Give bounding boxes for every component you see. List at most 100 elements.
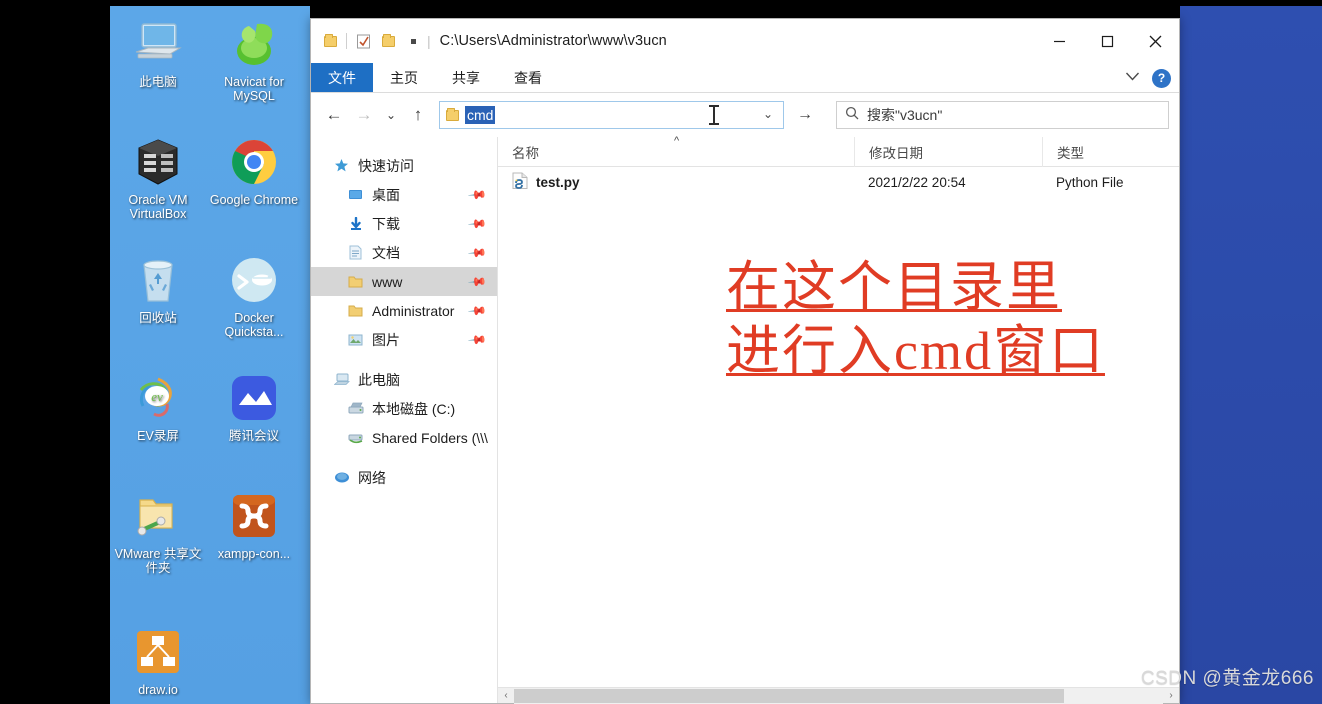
address-input[interactable]: cmd ⌄: [439, 101, 784, 129]
tab-share[interactable]: 共享: [435, 63, 497, 92]
qat-dropdown-icon[interactable]: [404, 32, 422, 50]
virtualbox-icon: [132, 136, 184, 188]
new-folder-icon[interactable]: [379, 32, 397, 50]
window-controls: [1035, 19, 1179, 63]
horizontal-scrollbar[interactable]: ‹ ›: [498, 687, 1179, 704]
scrollbar-thumb[interactable]: [514, 688, 1064, 703]
document-icon: [347, 245, 364, 261]
nav-item-label: Shared Folders (\\\: [372, 429, 488, 446]
desktop-icon-chrome[interactable]: Google Chrome: [206, 136, 302, 207]
properties-icon[interactable]: [354, 32, 372, 50]
ribbon-tabs: 文件 主页 共享 查看 ?: [311, 63, 1179, 93]
column-headers: ^ 名称 修改日期 类型: [498, 135, 1179, 167]
python-file-icon: [512, 172, 528, 192]
forward-button[interactable]: →: [351, 102, 377, 128]
nav-item-www[interactable]: www 📌: [311, 267, 497, 296]
go-button[interactable]: →: [792, 102, 818, 128]
scroll-right-button[interactable]: ›: [1163, 690, 1179, 701]
annotation-text: 在这个目录里 进行入cmd窗口: [726, 255, 1105, 383]
nav-item-network[interactable]: 网络: [311, 463, 497, 492]
recent-locations-button[interactable]: ⌄: [381, 102, 401, 128]
desktop-icon-label: Google Chrome: [209, 193, 299, 207]
search-icon: [845, 106, 859, 125]
nav-item-desktop[interactable]: 桌面 📌: [311, 180, 497, 209]
nav-item-shared-folders[interactable]: Shared Folders (\\\: [311, 423, 497, 452]
close-button[interactable]: [1131, 19, 1179, 63]
scroll-left-button[interactable]: ‹: [498, 690, 514, 701]
network-icon: [333, 470, 350, 486]
desktop-icon-tencent-meeting[interactable]: 腾讯会议: [206, 372, 302, 443]
pin-icon[interactable]: 📌: [467, 184, 487, 204]
nav-item-documents[interactable]: 文档 📌: [311, 238, 497, 267]
search-placeholder: 搜索"v3ucn": [867, 107, 943, 123]
ev-recorder-icon: ev: [132, 372, 184, 424]
pin-icon[interactable]: 📌: [467, 213, 487, 233]
folder-icon: [347, 274, 364, 290]
annotation-line-2: 进行入cmd窗口: [726, 321, 1105, 381]
chrome-icon: [228, 136, 280, 188]
desktop-icon-label: 此电脑: [139, 75, 177, 89]
up-button[interactable]: ↑: [405, 102, 431, 128]
search-input[interactable]: 搜索"v3ucn": [836, 101, 1169, 129]
help-icon[interactable]: ?: [1152, 68, 1171, 88]
column-header-type[interactable]: 类型: [1042, 136, 1179, 167]
pin-icon[interactable]: 📌: [467, 271, 487, 291]
desktop-icon-label: VMware 共享文件夹: [114, 547, 202, 575]
desktop-icon-label: 腾讯会议: [228, 429, 279, 443]
file-type-cell: Python File: [1056, 174, 1124, 190]
table-row[interactable]: test.py 2021/2/22 20:54 Python File: [498, 167, 1179, 197]
nav-item-label: 此电脑: [358, 371, 400, 388]
nav-item-local-disk-c[interactable]: 本地磁盘 (C:): [311, 394, 497, 423]
desktop-icon-docker[interactable]: Docker Quicksta...: [206, 254, 302, 339]
network-drive-icon: [347, 430, 364, 446]
window-title-path: C:\Users\Administrator\www\v3ucn: [439, 33, 667, 49]
maximize-button[interactable]: [1083, 19, 1131, 63]
nav-item-label: 图片: [372, 331, 400, 348]
desktop-icon-ev-recorder[interactable]: ev EV录屏: [110, 372, 206, 443]
tab-view[interactable]: 查看: [497, 63, 559, 92]
nav-gap: [311, 452, 497, 463]
nav-item-pictures[interactable]: 图片 📌: [311, 325, 497, 354]
text-cursor-icon: [709, 105, 719, 125]
nav-item-downloads[interactable]: 下载 📌: [311, 209, 497, 238]
desktop-icon-drawio[interactable]: draw.io: [110, 626, 206, 697]
folder-icon[interactable]: [321, 32, 339, 50]
desktop-icon-xampp[interactable]: xampp-con...: [206, 490, 302, 561]
file-name-cell: test.py: [498, 172, 854, 192]
desktop-icon-label: 回收站: [139, 311, 177, 325]
minimize-button[interactable]: [1035, 19, 1083, 63]
desktop-background-left: [110, 6, 310, 704]
file-name-label: test.py: [536, 174, 580, 190]
nav-item-quick-access[interactable]: 快速访问: [311, 151, 497, 180]
desktop-icon-virtualbox[interactable]: Oracle VM VirtualBox: [110, 136, 206, 221]
desktop-icon-recycle-bin[interactable]: 回收站: [110, 254, 206, 325]
address-dropdown-icon[interactable]: ⌄: [763, 107, 773, 121]
svg-text:ev: ev: [151, 389, 163, 404]
desktop-icon-computer[interactable]: 此电脑: [110, 18, 206, 89]
nav-item-administrator[interactable]: Administrator 📌: [311, 296, 497, 325]
tab-file[interactable]: 文件: [311, 63, 373, 92]
annotation-line-1: 在这个目录里: [726, 257, 1062, 317]
navigation-pane: 快速访问 桌面 📌 下载 📌 文档 📌 www 📌 Administrator …: [311, 137, 497, 703]
tab-home[interactable]: 主页: [373, 63, 435, 92]
desktop-icon-vmware-shared-folder[interactable]: VMware 共享文件夹: [110, 490, 206, 575]
ribbon-right-controls: ?: [1125, 63, 1171, 93]
desktop-icon-navicat[interactable]: Navicat for MySQL: [206, 18, 302, 103]
nav-item-this-pc[interactable]: 此电脑: [311, 365, 497, 394]
desktop-icon-label: Docker Quicksta...: [224, 311, 284, 339]
nav-item-label: 桌面: [372, 186, 400, 203]
pin-icon[interactable]: 📌: [467, 300, 487, 320]
divider: [346, 33, 347, 49]
scrollbar-track[interactable]: [514, 687, 1163, 704]
pin-icon[interactable]: 📌: [467, 242, 487, 262]
desktop-background-right: [1180, 6, 1322, 704]
pin-icon[interactable]: 📌: [467, 329, 487, 349]
pictures-icon: [347, 332, 364, 348]
navicat-icon: [228, 18, 280, 70]
column-header-date[interactable]: 修改日期: [854, 136, 1042, 167]
title-divider: |: [427, 33, 431, 49]
column-header-name[interactable]: 名称: [498, 137, 854, 167]
chevron-down-icon[interactable]: [1125, 69, 1140, 87]
back-button[interactable]: ←: [321, 102, 347, 128]
nav-item-label: 网络: [358, 469, 386, 486]
